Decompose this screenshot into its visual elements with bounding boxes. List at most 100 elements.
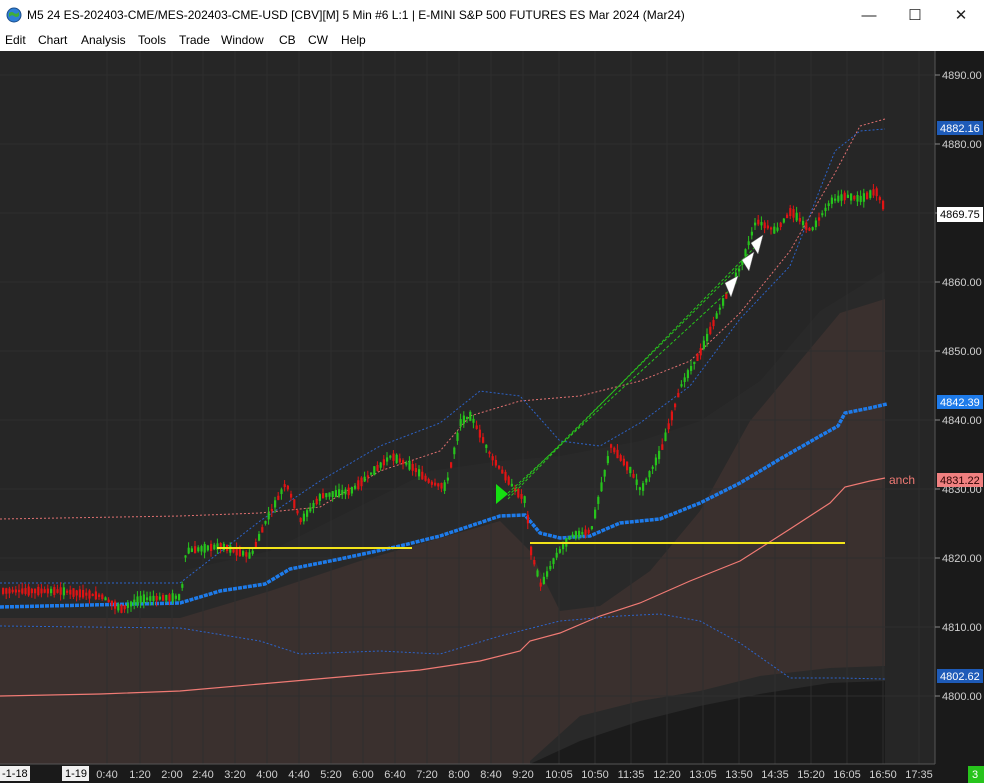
candle-body <box>542 576 545 584</box>
candle-body <box>491 456 494 461</box>
time-tick-label: 15:20 <box>797 769 825 781</box>
candle-body <box>360 477 363 487</box>
menu-trade[interactable]: Trade <box>179 33 210 47</box>
menu-analysis[interactable]: Analysis <box>81 33 126 47</box>
candle-body <box>328 492 331 497</box>
price-tick-label: 4800.00 <box>942 691 982 703</box>
candle-body <box>782 218 785 223</box>
candle-body <box>482 437 485 443</box>
candle-body <box>139 595 142 603</box>
candle-body <box>69 589 72 595</box>
candle-body <box>843 192 846 201</box>
candle-body <box>85 592 88 596</box>
maximize-button[interactable]: ☐ <box>892 0 938 30</box>
time-tick-label: 14:35 <box>761 769 789 781</box>
candle-body <box>869 190 872 198</box>
menu-window[interactable]: Window <box>221 33 264 47</box>
candle-body <box>747 241 750 246</box>
candle-body <box>238 548 241 557</box>
menu-edit[interactable]: Edit <box>5 33 26 47</box>
candle-body <box>242 551 245 556</box>
candle-body <box>306 510 309 517</box>
candle-body <box>280 489 283 495</box>
candle-body <box>59 587 62 595</box>
candle-body <box>98 594 101 597</box>
candle-body <box>434 482 437 486</box>
candle-body <box>555 552 558 558</box>
candle-body <box>587 529 590 534</box>
candle-body <box>347 487 350 496</box>
candle-body <box>130 601 133 607</box>
corner-badge: 3 <box>968 766 984 783</box>
candle-body <box>866 192 869 200</box>
candle-body <box>590 526 593 530</box>
candle-body <box>110 600 113 606</box>
candle-body <box>450 462 453 468</box>
candle-body <box>78 589 81 598</box>
candle-body <box>126 603 129 608</box>
date-badge-start: -1-18 <box>0 766 30 781</box>
candle-body <box>421 471 424 480</box>
candle-body <box>264 521 267 524</box>
price-chart[interactable]: anch 4890.004880.004870.004860.004850.00… <box>0 51 984 783</box>
title-bar: M5 24 ES-202403-CME/MES-202403-CME-USD [… <box>0 0 984 30</box>
candle-body <box>398 458 401 463</box>
candle-body <box>472 418 475 423</box>
candle-body <box>312 502 315 509</box>
time-tick-label: 5:20 <box>320 769 341 781</box>
candle-body <box>546 571 549 577</box>
minimize-button[interactable]: — <box>846 0 892 30</box>
svg-text:1-19: 1-19 <box>65 768 87 780</box>
candle-body <box>62 587 65 596</box>
candle-body <box>526 514 529 524</box>
candle-body <box>334 490 337 497</box>
candle-body <box>645 478 648 483</box>
time-tick-label: 2:40 <box>192 769 213 781</box>
candle-body <box>584 529 587 536</box>
candle-body <box>386 457 389 462</box>
candle-body <box>302 513 305 522</box>
candle-body <box>718 307 721 310</box>
time-tick-label: 6:00 <box>352 769 373 781</box>
candle-body <box>203 544 206 553</box>
candle-body <box>11 589 14 593</box>
candle-body <box>469 411 472 421</box>
candle-body <box>187 547 190 554</box>
candle-body <box>101 594 104 600</box>
candle-body <box>606 456 609 464</box>
candle-body <box>88 590 91 599</box>
candle-body <box>94 591 97 600</box>
candle-body <box>107 599 110 603</box>
candle-body <box>498 465 501 469</box>
menu-chart[interactable]: Chart <box>38 33 67 47</box>
close-button[interactable]: ✕ <box>938 0 984 30</box>
svg-text:4882.16: 4882.16 <box>940 123 980 135</box>
candle-body <box>712 320 715 327</box>
candle-body <box>427 479 430 483</box>
candle-body <box>789 208 792 217</box>
candle-body <box>53 587 56 595</box>
candle-body <box>149 596 152 601</box>
candle-body <box>424 475 427 481</box>
menu-cb[interactable]: CB <box>279 33 296 47</box>
candle-body <box>770 227 773 230</box>
candle-body <box>248 552 251 559</box>
candle-body <box>750 231 753 236</box>
menu-cw[interactable]: CW <box>308 33 328 47</box>
candle-body <box>757 219 760 225</box>
candle-body <box>171 593 174 602</box>
candle-body <box>626 461 629 471</box>
candle-body <box>453 447 456 455</box>
candle-body <box>331 491 334 497</box>
candle-body <box>786 214 789 218</box>
candle-body <box>642 483 645 491</box>
candle-body <box>859 195 862 202</box>
candle-body <box>155 595 158 601</box>
candle-body <box>523 496 526 504</box>
chart-area[interactable]: anch 4890.004880.004870.004860.004850.00… <box>0 51 984 783</box>
candle-body <box>763 222 766 229</box>
price-tick-label: 4840.00 <box>942 415 982 427</box>
menu-tools[interactable]: Tools <box>138 33 166 47</box>
candle-body <box>558 549 561 553</box>
menu-help[interactable]: Help <box>341 33 366 47</box>
